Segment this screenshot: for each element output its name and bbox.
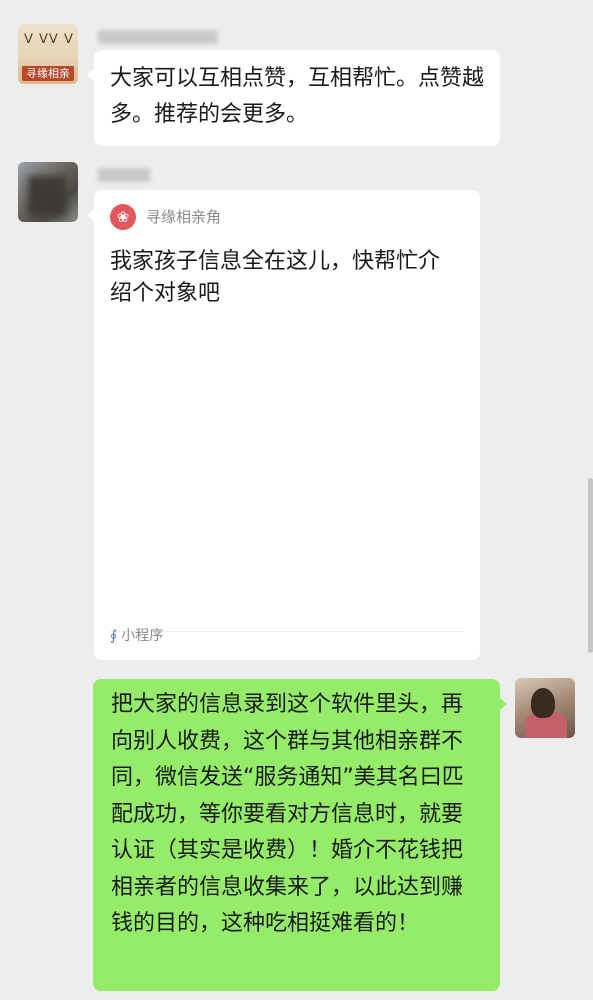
mini-program-title: 我家孩子信息全在这儿，快帮忙介绍个对象吧	[110, 249, 441, 306]
scrollbar[interactable]	[588, 478, 593, 653]
flower-logo-icon: ❀	[110, 204, 136, 230]
self-avatar[interactable]	[515, 678, 575, 738]
message-text-1: 大家可以互相点赞，互相帮忙。点赞越多。推荐的会更多。	[110, 66, 485, 127]
message-bubble-1[interactable]: 大家可以互相点赞，互相帮忙。点赞越多。推荐的会更多。	[87, 50, 500, 146]
birds-icon: ᐯ ᐯᐯ ᐯ	[24, 32, 74, 47]
sender-avatar-2[interactable]	[18, 162, 78, 222]
message-text-outgoing: 把大家的信息录到这个软件里头，再向别人收费，这个群与其他相亲群不同，微信发送“服…	[111, 692, 464, 936]
mini-program-header: ❀ 寻缘相亲角	[110, 204, 221, 230]
sender-name-blurred-2	[98, 168, 150, 182]
mini-program-icon: ∮	[110, 628, 118, 644]
mini-program-footer: ∮ 小程序	[110, 618, 163, 654]
mini-program-app-name: 寻缘相亲角	[146, 208, 222, 226]
avatar-blurred	[28, 176, 66, 216]
sender-avatar-xunyuan[interactable]: ᐯ ᐯᐯ ᐯ 寻缘相亲	[18, 24, 78, 84]
mini-program-label: 小程序	[121, 628, 164, 644]
avatar-tag: 寻缘相亲	[22, 66, 74, 81]
mini-program-card[interactable]: ❀ 寻缘相亲角 我家孩子信息全在这儿，快帮忙介绍个对象吧 ∮ 小程序	[87, 190, 480, 660]
avatar-figure-head	[531, 688, 555, 718]
sender-name-blurred	[98, 30, 218, 44]
message-bubble-outgoing[interactable]: 把大家的信息录到这个软件里头，再向别人收费，这个群与其他相亲群不同，微信发送“服…	[93, 679, 507, 991]
